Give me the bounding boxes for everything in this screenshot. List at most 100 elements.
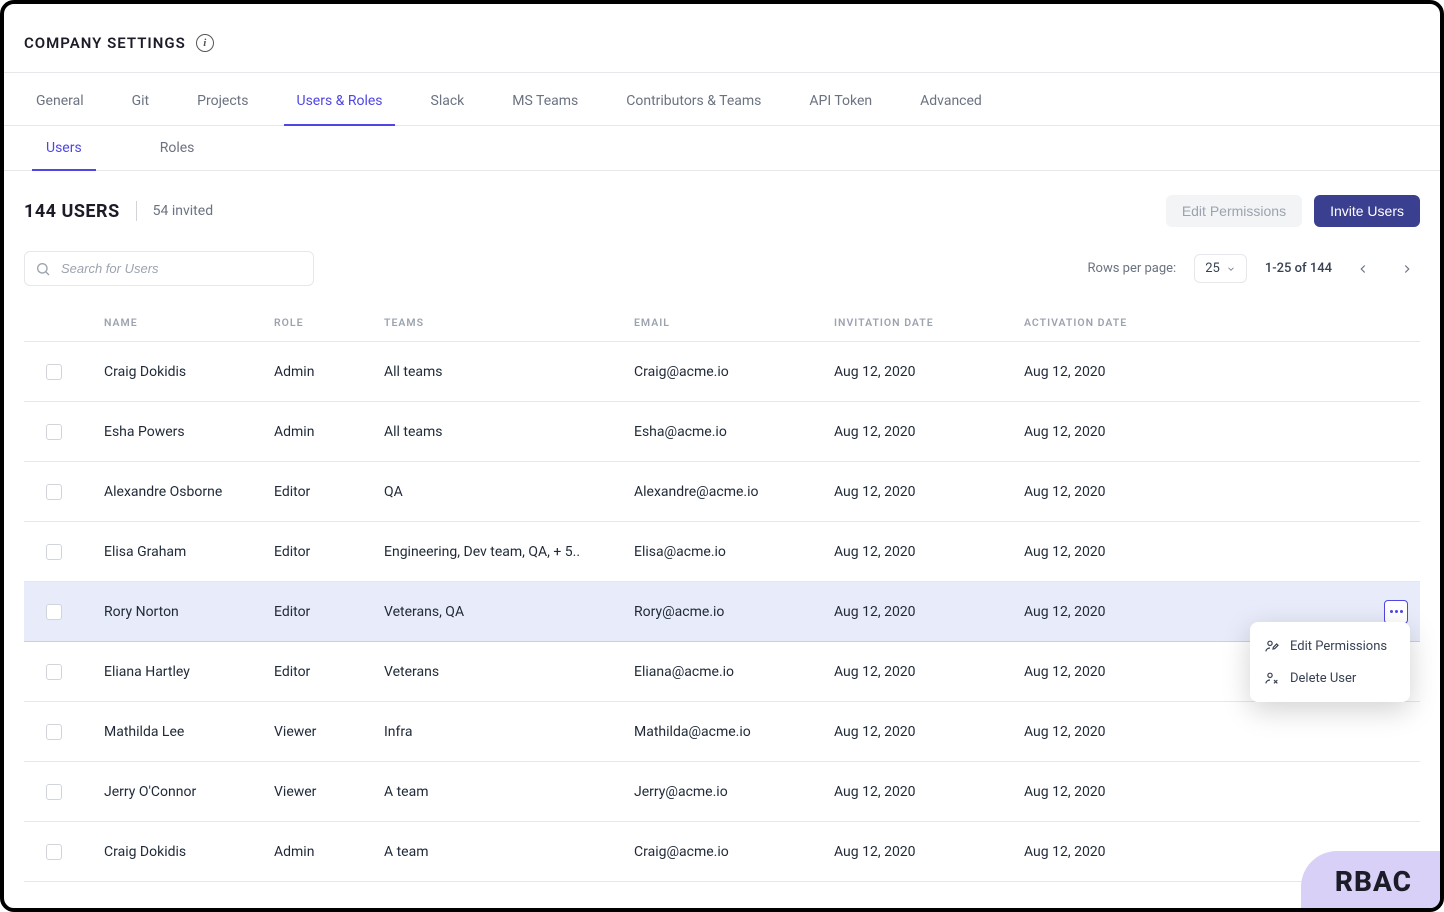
info-icon[interactable]: i: [196, 34, 214, 52]
row-checkbox[interactable]: [46, 544, 62, 560]
row-checkbox[interactable]: [46, 364, 62, 380]
table-body: Craig DokidisAdminAll teamsCraig@acme.io…: [24, 342, 1420, 882]
row-checkbox[interactable]: [46, 424, 62, 440]
cell-teams: All teams: [384, 424, 634, 440]
row-checkbox[interactable]: [46, 484, 62, 500]
cell-activate-date: Aug 12, 2020: [1024, 724, 1204, 740]
next-page-button[interactable]: [1394, 256, 1420, 282]
cell-role: Editor: [274, 484, 384, 500]
toolbar: 144 USERS 54 invited Edit Permissions In…: [4, 171, 1440, 239]
cell-activate-date: Aug 12, 2020: [1024, 844, 1204, 860]
table-row[interactable]: Jerry O'ConnorViewerA teamJerry@acme.ioA…: [24, 762, 1420, 822]
cell-teams: Veterans, QA: [384, 604, 634, 620]
cell-role: Admin: [274, 844, 384, 860]
rbac-badge: RBAC: [1301, 851, 1440, 908]
subtab-roles[interactable]: Roles: [146, 126, 209, 170]
tab-slack[interactable]: Slack: [427, 73, 469, 125]
search-box: [24, 251, 314, 286]
col-email: EMAIL: [634, 316, 834, 329]
cell-name: Esha Powers: [84, 424, 274, 440]
cell-name: Jerry O'Connor: [84, 784, 274, 800]
table-row[interactable]: Craig DokidisAdminAll teamsCraig@acme.io…: [24, 342, 1420, 402]
cell-name: Rory Norton: [84, 604, 274, 620]
cell-email: Esha@acme.io: [634, 424, 834, 440]
table-row[interactable]: Craig DokidisAdminA teamCraig@acme.ioAug…: [24, 822, 1420, 882]
cell-email: Eliana@acme.io: [634, 664, 834, 680]
menu-delete-label: Delete User: [1290, 671, 1356, 686]
table-row[interactable]: Eliana HartleyEditorVeteransEliana@acme.…: [24, 642, 1420, 702]
invited-count: 54 invited: [153, 203, 213, 219]
menu-edit-label: Edit Permissions: [1290, 639, 1387, 654]
chevron-right-icon: [1400, 262, 1414, 276]
table-row[interactable]: Mathilda LeeViewerInfraMathilda@acme.ioA…: [24, 702, 1420, 762]
tab-general[interactable]: General: [32, 73, 88, 125]
cell-email: Rory@acme.io: [634, 604, 834, 620]
table-row[interactable]: Elisa GrahamEditorEngineering, Dev team,…: [24, 522, 1420, 582]
rows-per-page-select[interactable]: 25: [1194, 254, 1247, 283]
prev-page-button[interactable]: [1350, 256, 1376, 282]
search-and-pagination: Rows per page: 25 1-25 of 144: [4, 239, 1440, 304]
table-row[interactable]: Alexandre OsborneEditorQAAlexandre@acme.…: [24, 462, 1420, 522]
cell-teams: Veterans: [384, 664, 634, 680]
row-checkbox[interactable]: [46, 604, 62, 620]
row-context-menu: Edit Permissions Delete User: [1250, 622, 1410, 702]
pagination-range: 1-25 of 144: [1265, 261, 1332, 276]
chevron-left-icon: [1356, 262, 1370, 276]
cell-invite-date: Aug 12, 2020: [834, 664, 1024, 680]
cell-invite-date: Aug 12, 2020: [834, 724, 1024, 740]
tab-api-token[interactable]: API Token: [805, 73, 876, 125]
search-input[interactable]: [24, 251, 314, 286]
user-count-number: 144: [24, 201, 56, 222]
toolbar-buttons: Edit Permissions Invite Users: [1166, 195, 1420, 227]
cell-invite-date: Aug 12, 2020: [834, 784, 1024, 800]
row-checkbox[interactable]: [46, 664, 62, 680]
tab-git[interactable]: Git: [128, 73, 154, 125]
tab-projects[interactable]: Projects: [193, 73, 252, 125]
menu-delete-user[interactable]: Delete User: [1250, 662, 1410, 694]
invite-users-button[interactable]: Invite Users: [1314, 195, 1420, 227]
cell-invite-date: Aug 12, 2020: [834, 544, 1024, 560]
cell-email: Alexandre@acme.io: [634, 484, 834, 500]
table-row[interactable]: Rory NortonEditorVeterans, QARory@acme.i…: [24, 582, 1420, 642]
cell-invite-date: Aug 12, 2020: [834, 364, 1024, 380]
cell-activate-date: Aug 12, 2020: [1024, 604, 1204, 620]
tab-advanced[interactable]: Advanced: [916, 73, 986, 125]
sub-tabs: Users Roles: [4, 126, 1440, 171]
table-header: NAME ROLE TEAMS EMAIL INVITATION DATE AC…: [24, 304, 1420, 342]
tab-ms-teams[interactable]: MS Teams: [508, 73, 582, 125]
page-title: COMPANY SETTINGS: [24, 34, 186, 52]
row-checkbox[interactable]: [46, 844, 62, 860]
cell-teams: A team: [384, 844, 634, 860]
page-header: COMPANY SETTINGS i: [4, 4, 1440, 72]
row-actions-button[interactable]: [1384, 600, 1408, 624]
menu-edit-permissions[interactable]: Edit Permissions: [1250, 630, 1410, 662]
col-role: ROLE: [274, 316, 384, 329]
user-count: 144 USERS: [24, 201, 120, 222]
cell-name: Eliana Hartley: [84, 664, 274, 680]
pagination: Rows per page: 25 1-25 of 144: [1088, 254, 1420, 283]
user-count-label: USERS: [61, 201, 119, 222]
col-teams: TEAMS: [384, 316, 634, 329]
table-row[interactable]: Esha PowersAdminAll teamsEsha@acme.ioAug…: [24, 402, 1420, 462]
edit-permissions-button[interactable]: Edit Permissions: [1166, 195, 1302, 227]
tab-contributors-teams[interactable]: Contributors & Teams: [622, 73, 765, 125]
cell-role: Admin: [274, 364, 384, 380]
cell-invite-date: Aug 12, 2020: [834, 844, 1024, 860]
rows-per-page-value: 25: [1205, 261, 1220, 276]
col-activate: ACTIVATION DATE: [1024, 316, 1204, 329]
cell-name: Mathilda Lee: [84, 724, 274, 740]
rows-per-page-label: Rows per page:: [1088, 261, 1177, 276]
cell-name: Craig Dokidis: [84, 364, 274, 380]
cell-role: Editor: [274, 544, 384, 560]
cell-activate-date: Aug 12, 2020: [1024, 544, 1204, 560]
tab-users-roles[interactable]: Users & Roles: [292, 73, 386, 125]
cell-teams: Engineering, Dev team, QA, + 5..: [384, 544, 634, 560]
col-name: NAME: [84, 316, 274, 329]
row-checkbox[interactable]: [46, 724, 62, 740]
cell-invite-date: Aug 12, 2020: [834, 604, 1024, 620]
row-checkbox[interactable]: [46, 784, 62, 800]
cell-role: Editor: [274, 604, 384, 620]
cell-email: Craig@acme.io: [634, 844, 834, 860]
subtab-users[interactable]: Users: [32, 126, 96, 170]
cell-role: Viewer: [274, 784, 384, 800]
